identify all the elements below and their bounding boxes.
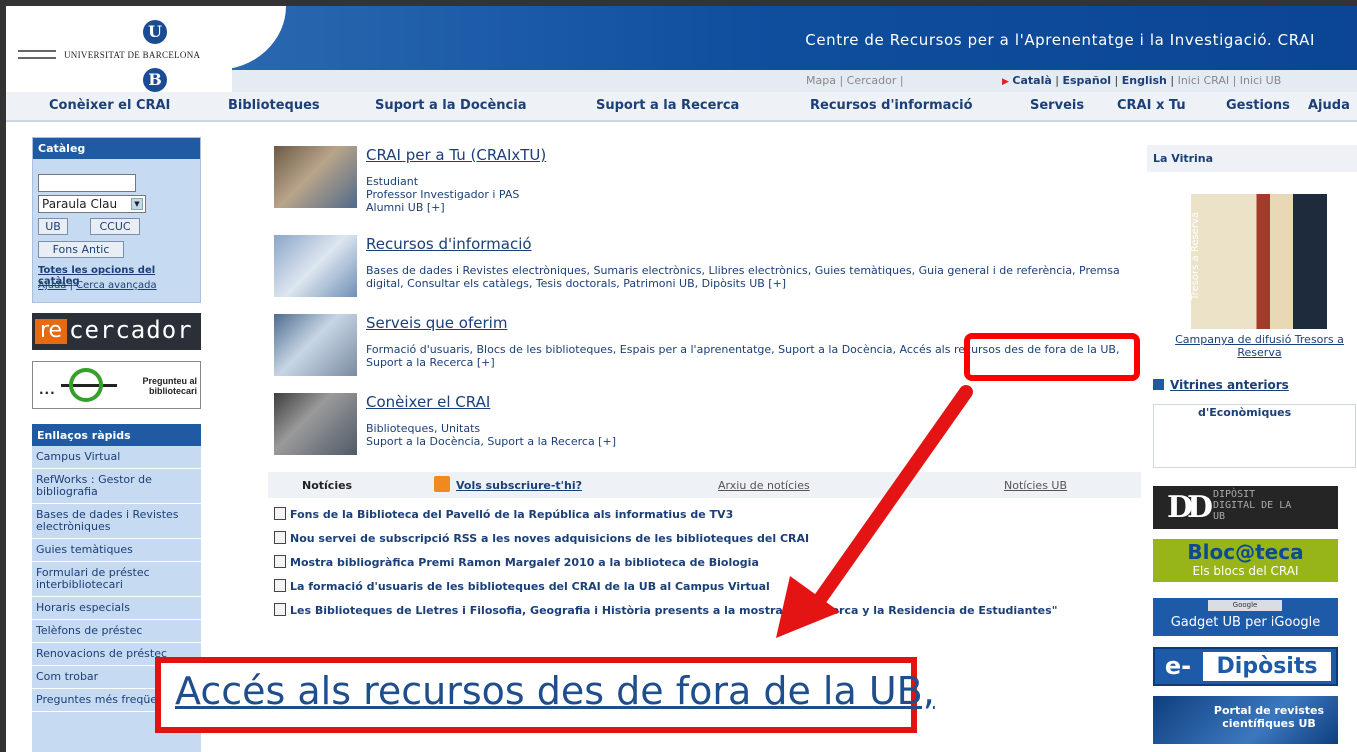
annotation-arrow [776,385,973,638]
zoomed-link-text: Accés als recursos des de fora de la UB, [175,669,935,713]
zoomed-link-callout: Accés als recursos des de fora de la UB, [155,657,935,733]
